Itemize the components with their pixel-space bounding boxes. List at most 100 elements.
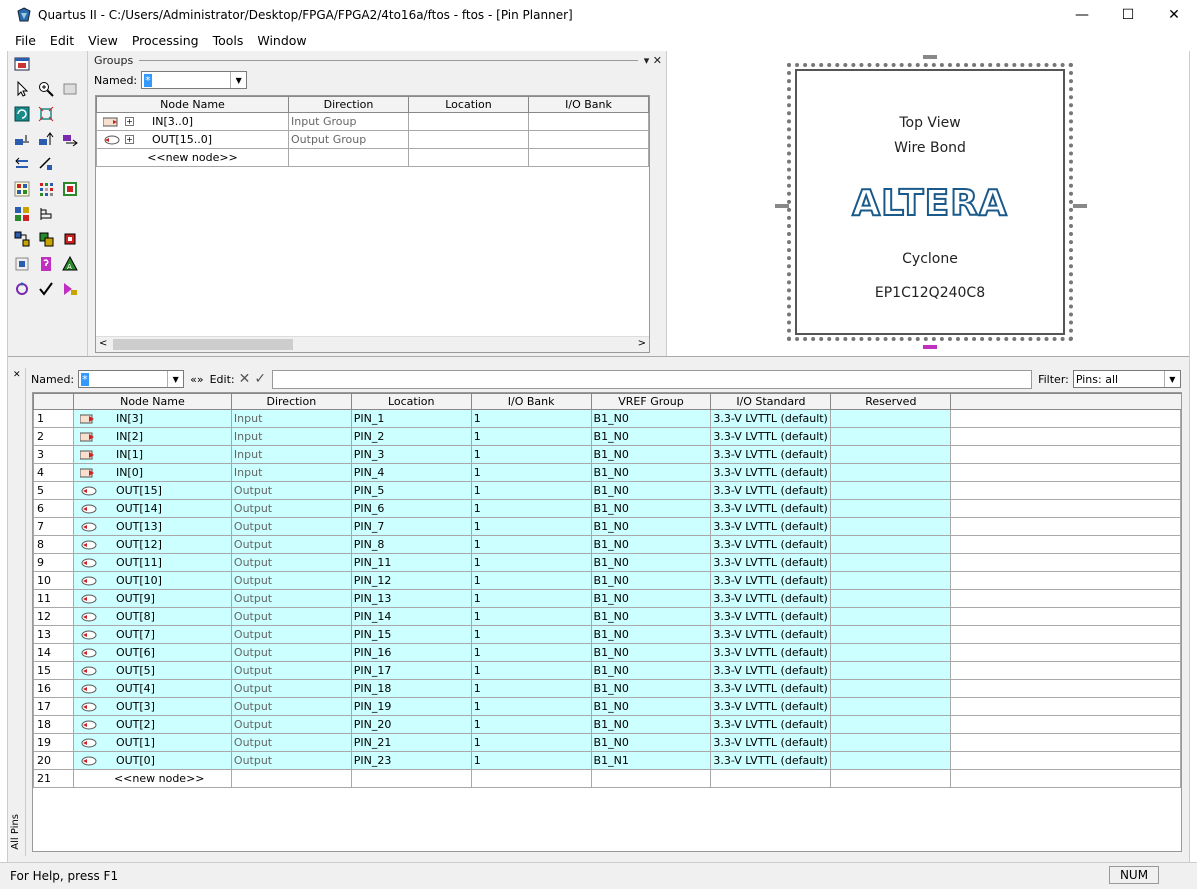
- group-location[interactable]: [408, 130, 529, 149]
- chevron-down-icon[interactable]: ▼: [1163, 371, 1180, 387]
- pin-reserved[interactable]: [830, 571, 952, 590]
- table-row[interactable]: 20 OUT[0] Output PIN_23 1 B1_N1 3.3-V LVTTL (d…: [33, 751, 1181, 770]
- groups-col-node-name[interactable]: Node Name: [96, 96, 289, 113]
- full-screen-icon[interactable]: [60, 79, 80, 99]
- pin-io-standard[interactable]: 3.3-V LVTTL (default): [710, 697, 832, 716]
- show-pins-up-icon[interactable]: [36, 129, 56, 149]
- pin-vref-group[interactable]: B1_N0: [590, 535, 712, 554]
- show-io-banks-icon[interactable]: [12, 129, 32, 149]
- pin-vref-group[interactable]: B1_N0: [590, 733, 712, 752]
- pin-io-standard[interactable]: 3.3-V LVTTL (default): [710, 499, 832, 518]
- table-row[interactable]: 2 IN[2] Input PIN_2 1 B1_N0 3.3-V LVTTL (defau…: [33, 427, 1181, 446]
- pin-location[interactable]: PIN_11: [350, 553, 472, 572]
- pin-io-bank[interactable]: 1: [470, 607, 592, 626]
- menu-processing[interactable]: Processing: [125, 33, 206, 48]
- pins-col-node-name[interactable]: Node Name: [72, 393, 232, 410]
- show-package-icon[interactable]: [60, 179, 80, 199]
- groups-horizontal-scrollbar[interactable]: < >: [96, 336, 649, 352]
- pin-io-standard[interactable]: 3.3-V LVTTL (default): [710, 607, 832, 626]
- table-row[interactable]: 19 OUT[1] Output PIN_21 1 B1_N0 3.3-V LVTTL (d…: [33, 733, 1181, 752]
- pin-reserved[interactable]: [830, 679, 952, 698]
- pin-io-standard[interactable]: 3.3-V LVTTL (default): [710, 535, 832, 554]
- pins-col-direction[interactable]: Direction: [230, 393, 352, 410]
- pin-reserved[interactable]: [830, 481, 952, 500]
- pin-io-standard[interactable]: 3.3-V LVTTL (default): [710, 517, 832, 536]
- show-pin-legend-icon[interactable]: [36, 179, 56, 199]
- pin-vref-group[interactable]: B1_N0: [590, 481, 712, 500]
- menu-window[interactable]: Window: [250, 33, 313, 48]
- pin-vref-group[interactable]: B1_N1: [590, 751, 712, 770]
- pin-location[interactable]: PIN_13: [350, 589, 472, 608]
- export-pins-icon[interactable]: [60, 279, 80, 299]
- close-button[interactable]: ✕: [1151, 0, 1197, 30]
- pin-vref-group[interactable]: B1_N0: [590, 445, 712, 464]
- pin-location[interactable]: PIN_12: [350, 571, 472, 590]
- table-row[interactable]: 9 OUT[11] Output PIN_11 1 B1_N0 3.3-V LVTTL (d…: [33, 553, 1181, 572]
- pins-col-reserved[interactable]: Reserved: [830, 393, 952, 410]
- expand-icon[interactable]: +: [125, 135, 134, 144]
- table-row[interactable]: 4 IN[0] Input PIN_4 1 B1_N0 3.3-V LVTTL (defau…: [33, 463, 1181, 482]
- pin-reserved[interactable]: [830, 751, 952, 770]
- pin-reserved[interactable]: [830, 733, 952, 752]
- pin-vref-group[interactable]: B1_N0: [590, 409, 712, 428]
- pin-io-bank[interactable]: 1: [470, 697, 592, 716]
- pin-vref-group[interactable]: B1_N0: [590, 661, 712, 680]
- fit-in-window-icon[interactable]: [36, 104, 56, 124]
- pin-io-standard[interactable]: 3.3-V LVTTL (default): [710, 643, 832, 662]
- pin-vref-group[interactable]: B1_N0: [590, 499, 712, 518]
- table-row[interactable]: 12 OUT[8] Output PIN_14 1 B1_N0 3.3-V LVTTL (d…: [33, 607, 1181, 626]
- pin-io-standard[interactable]: 3.3-V LVTTL (default): [710, 553, 832, 572]
- pin-reserved[interactable]: [830, 589, 952, 608]
- pin-vref-group[interactable]: B1_N0: [590, 607, 712, 626]
- pin-location[interactable]: PIN_3: [350, 445, 472, 464]
- table-row[interactable]: 17 OUT[3] Output PIN_19 1 B1_N0 3.3-V LVTTL (d…: [33, 697, 1181, 716]
- node-finder-icon[interactable]: [12, 229, 32, 249]
- io-assignment-analysis-icon[interactable]: [12, 254, 32, 274]
- pin-io-standard[interactable]: 3.3-V LVTTL (default): [710, 463, 832, 482]
- group-location[interactable]: [408, 112, 529, 131]
- pin-io-bank[interactable]: 1: [470, 589, 592, 608]
- pin-reserved[interactable]: [830, 553, 952, 572]
- expand-icon[interactable]: +: [125, 117, 134, 126]
- pin-location[interactable]: PIN_15: [350, 625, 472, 644]
- reverse-pin-icon[interactable]: [12, 279, 32, 299]
- table-row[interactable]: 10 OUT[10] Output PIN_12 1 B1_N0 3.3-V LVTTL (…: [33, 571, 1181, 590]
- expand-collapse-button[interactable]: «»: [190, 373, 203, 386]
- pin-io-bank[interactable]: 1: [470, 625, 592, 644]
- table-row[interactable]: 16 OUT[4] Output PIN_18 1 B1_N0 3.3-V LVTTL (d…: [33, 679, 1181, 698]
- pin-reserved[interactable]: [830, 445, 952, 464]
- table-row[interactable]: 3 IN[1] Input PIN_3 1 B1_N0 3.3-V LVTTL (defau…: [33, 445, 1181, 464]
- pins-col-vref-group[interactable]: VREF Group: [590, 393, 712, 410]
- menu-tools[interactable]: Tools: [206, 33, 251, 48]
- pin-io-standard[interactable]: 3.3-V LVTTL (default): [710, 679, 832, 698]
- pins-new-node[interactable]: <<new node>>: [72, 769, 232, 788]
- pin-reserved[interactable]: [830, 661, 952, 680]
- table-row[interactable]: 15 OUT[5] Output PIN_17 1 B1_N0 3.3-V LVTTL (d…: [33, 661, 1181, 680]
- pin-io-bank[interactable]: 1: [470, 535, 592, 554]
- pin-io-bank[interactable]: 1: [470, 571, 592, 590]
- table-row[interactable]: 13 OUT[7] Output PIN_15 1 B1_N0 3.3-V LVTTL (d…: [33, 625, 1181, 644]
- accept-edit-icon[interactable]: ✓: [254, 371, 266, 387]
- io-rules-icon[interactable]: A: [60, 254, 80, 274]
- pin-io-standard[interactable]: 3.3-V LVTTL (default): [710, 589, 832, 608]
- pin-location[interactable]: PIN_8: [350, 535, 472, 554]
- pin-reserved[interactable]: [830, 463, 952, 482]
- groups-col-location[interactable]: Location: [408, 96, 529, 113]
- groups-col-direction[interactable]: Direction: [288, 96, 409, 113]
- show-pins-right-icon[interactable]: [60, 129, 80, 149]
- show-pad-view-icon[interactable]: [12, 179, 32, 199]
- table-row[interactable]: 11 OUT[9] Output PIN_13 1 B1_N0 3.3-V LVTTL (d…: [33, 589, 1181, 608]
- pin-io-bank[interactable]: 1: [470, 733, 592, 752]
- assignment-editor-icon[interactable]: [36, 229, 56, 249]
- edit-value-input[interactable]: [272, 369, 1033, 389]
- pin-reserved[interactable]: [830, 499, 952, 518]
- pin-io-standard[interactable]: 3.3-V LVTTL (default): [710, 571, 832, 590]
- pin-io-bank[interactable]: 1: [470, 499, 592, 518]
- pin-location[interactable]: PIN_16: [350, 643, 472, 662]
- pin-reserved[interactable]: [830, 535, 952, 554]
- pins-col-location[interactable]: Location: [350, 393, 472, 410]
- pin-location[interactable]: PIN_7: [350, 517, 472, 536]
- pin-location[interactable]: PIN_5: [350, 481, 472, 500]
- pins-filter-combo[interactable]: Pins: all ▼: [1072, 370, 1181, 388]
- scroll-left-icon[interactable]: <: [99, 338, 107, 349]
